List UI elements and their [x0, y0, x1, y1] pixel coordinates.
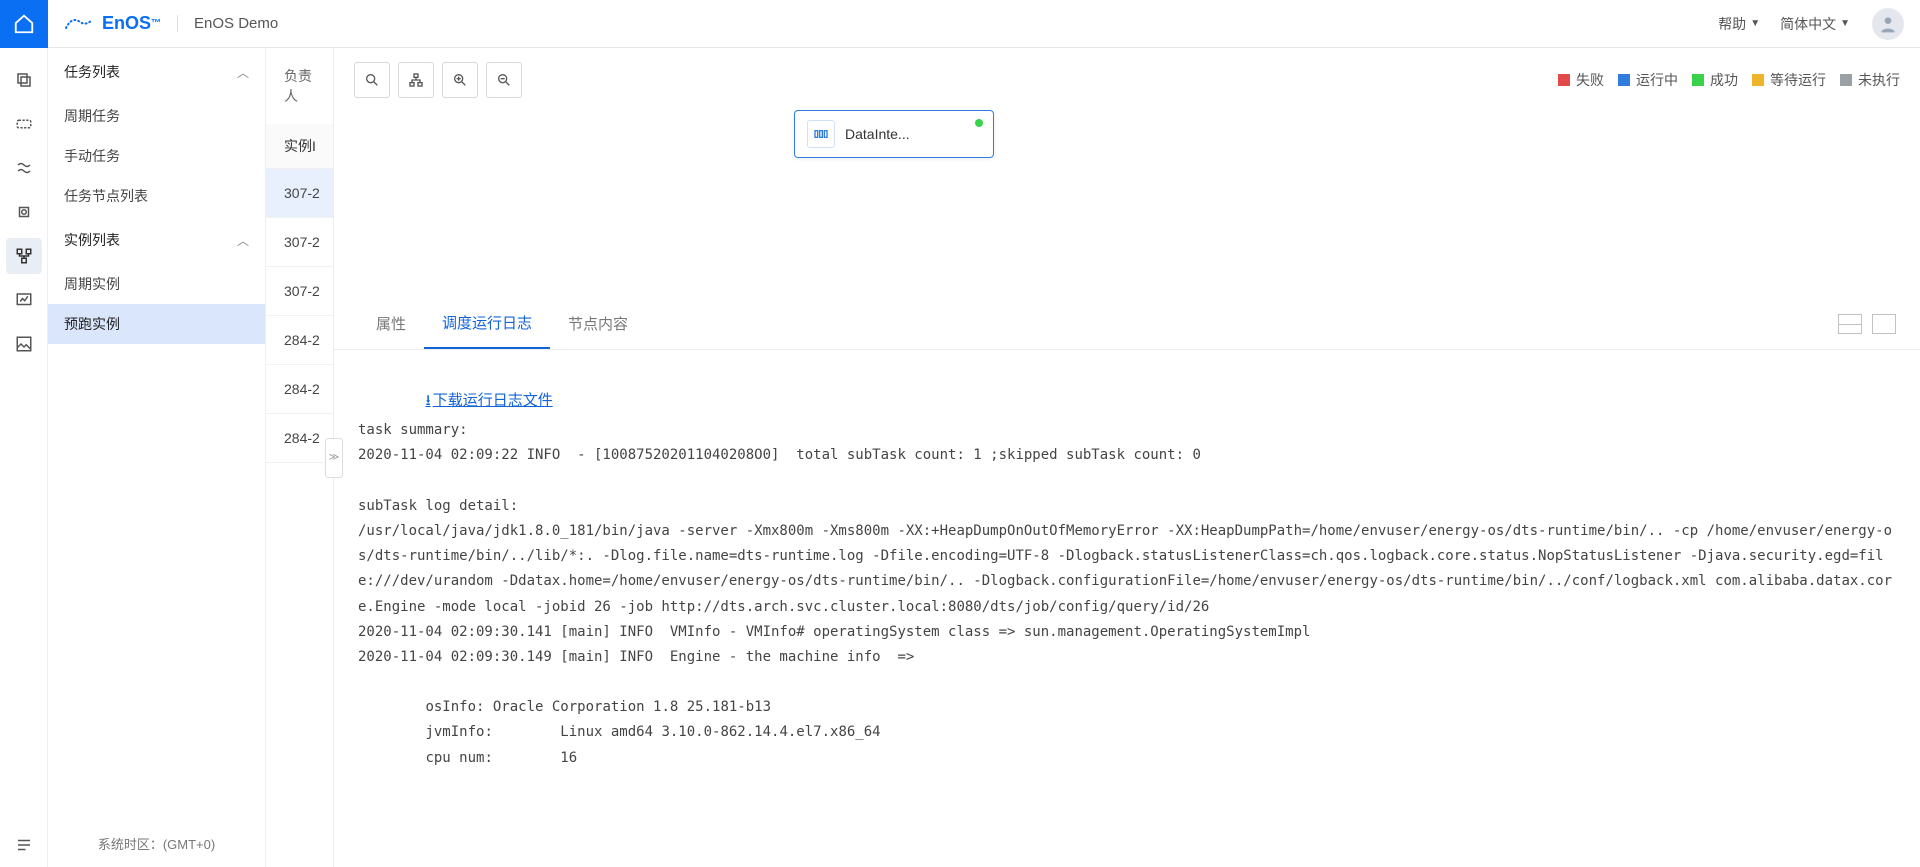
panel-split-button[interactable] — [1838, 314, 1862, 334]
rail-item-copy[interactable] — [6, 62, 42, 98]
side-nav: 任务列表 ︿ 周期任务 手动任务 任务节点列表 实例列表 ︿ 周期实例 预跑实例… — [48, 48, 266, 867]
brand-logo[interactable]: EnOS™ — [48, 13, 177, 34]
chevron-up-icon: ︿ — [237, 64, 249, 81]
legend-swatch-fail — [1558, 74, 1570, 86]
nav-item-periodic-instances[interactable]: 周期实例 — [48, 264, 265, 304]
nav-group-tasks[interactable]: 任务列表 ︿ — [48, 48, 265, 96]
caret-down-icon: ▼ — [1840, 18, 1850, 29]
instance-row[interactable]: 307-2 — [266, 169, 333, 218]
log-text: task summary: 2020-11-04 02:09:22 INFO -… — [358, 418, 1896, 771]
download-icon: ⭳ — [425, 387, 430, 414]
legend-swatch-waiting — [1752, 74, 1764, 86]
brand-tm: ™ — [151, 18, 161, 29]
rail-item-monitor[interactable] — [6, 282, 42, 318]
rail-item-chip[interactable] — [6, 194, 42, 230]
nav-item-prerun-instances[interactable]: 预跑实例 — [48, 304, 265, 344]
legend-swatch-notexec — [1840, 74, 1852, 86]
dag-node[interactable]: DataInte... — [794, 110, 994, 158]
rail-item-workflow[interactable] — [6, 238, 42, 274]
language-menu[interactable]: 简体中文 ▼ — [1770, 14, 1860, 34]
tab-node-content[interactable]: 节点内容 — [550, 299, 646, 348]
canvas-toolbar: 失败 运行中 成功 等待运行 未执行 — [334, 48, 1920, 98]
legend-swatch-running — [1618, 74, 1630, 86]
language-label: 简体中文 — [1780, 14, 1836, 34]
rail-item-image[interactable] — [6, 326, 42, 362]
rail-item-collapse[interactable] — [6, 827, 42, 863]
detail-tabs: 属性 调度运行日志 节点内容 — [334, 298, 1920, 350]
instance-row[interactable]: 284-2 — [266, 316, 333, 365]
zoom-out-button[interactable] — [486, 62, 522, 98]
search-button[interactable] — [354, 62, 390, 98]
tab-schedule-log[interactable]: 调度运行日志 — [424, 298, 550, 349]
legend-fail: 失败 — [1576, 70, 1604, 90]
caret-down-icon: ▼ — [1750, 18, 1760, 29]
instance-row[interactable]: 307-2 — [266, 267, 333, 316]
status-legend: 失败 运行中 成功 等待运行 未执行 — [1558, 70, 1900, 90]
legend-success: 成功 — [1710, 70, 1738, 90]
column-expand-handle[interactable]: ≫ — [325, 438, 343, 478]
log-pane[interactable]: ⭳下载运行日志文件 task summary: 2020-11-04 02:09… — [334, 350, 1920, 867]
rail-item-stream[interactable] — [6, 150, 42, 186]
owner-label: 负责人 — [266, 48, 333, 124]
download-log-label: 下载运行日志文件 — [433, 387, 553, 414]
page-title: EnOS Demo — [177, 15, 278, 32]
icon-rail — [0, 48, 48, 867]
nav-group-instances-label: 实例列表 — [64, 230, 120, 250]
nav-group-tasks-label: 任务列表 — [64, 62, 120, 82]
help-menu[interactable]: 帮助 ▼ — [1708, 14, 1770, 34]
avatar[interactable] — [1872, 8, 1904, 40]
home-icon[interactable] — [0, 0, 48, 48]
nav-item-manual-tasks[interactable]: 手动任务 — [48, 136, 265, 176]
panel-max-button[interactable] — [1872, 314, 1896, 334]
legend-notexec: 未执行 — [1858, 70, 1900, 90]
instance-column: 负责人 实例I 307-2 307-2 307-2 284-2 284-2 28… — [266, 48, 334, 867]
status-dot-success — [975, 119, 983, 127]
tab-attributes[interactable]: 属性 — [358, 299, 424, 348]
nav-group-instances[interactable]: 实例列表 ︿ — [48, 216, 265, 264]
instance-column-header: 实例I — [266, 124, 333, 169]
brand-text: EnOS — [102, 13, 151, 34]
chevron-up-icon: ︿ — [237, 232, 249, 249]
legend-swatch-success — [1692, 74, 1704, 86]
dag-canvas[interactable]: DataInte... — [334, 98, 1920, 298]
main-panel: 失败 运行中 成功 等待运行 未执行 DataInte... 属性 — [334, 48, 1920, 867]
legend-running: 运行中 — [1636, 70, 1678, 90]
nav-item-periodic-tasks[interactable]: 周期任务 — [48, 96, 265, 136]
rail-item-sync[interactable] — [6, 106, 42, 142]
help-label: 帮助 — [1718, 14, 1746, 34]
instance-row[interactable]: 284-2 — [266, 365, 333, 414]
legend-waiting: 等待运行 — [1770, 70, 1826, 90]
app-header: EnOS™ EnOS Demo 帮助 ▼ 简体中文 ▼ — [0, 0, 1920, 48]
instance-row[interactable]: 284-2 — [266, 414, 333, 463]
timezone-footer: 系统时区：(GMT+0) — [48, 820, 265, 867]
download-log-link[interactable]: ⭳下载运行日志文件 — [425, 387, 552, 414]
dag-node-label: DataInte... — [845, 126, 981, 142]
layout-button[interactable] — [398, 62, 434, 98]
instance-row[interactable]: 307-2 — [266, 218, 333, 267]
zoom-in-button[interactable] — [442, 62, 478, 98]
data-integration-icon — [807, 120, 835, 148]
nav-item-task-nodes[interactable]: 任务节点列表 — [48, 176, 265, 216]
